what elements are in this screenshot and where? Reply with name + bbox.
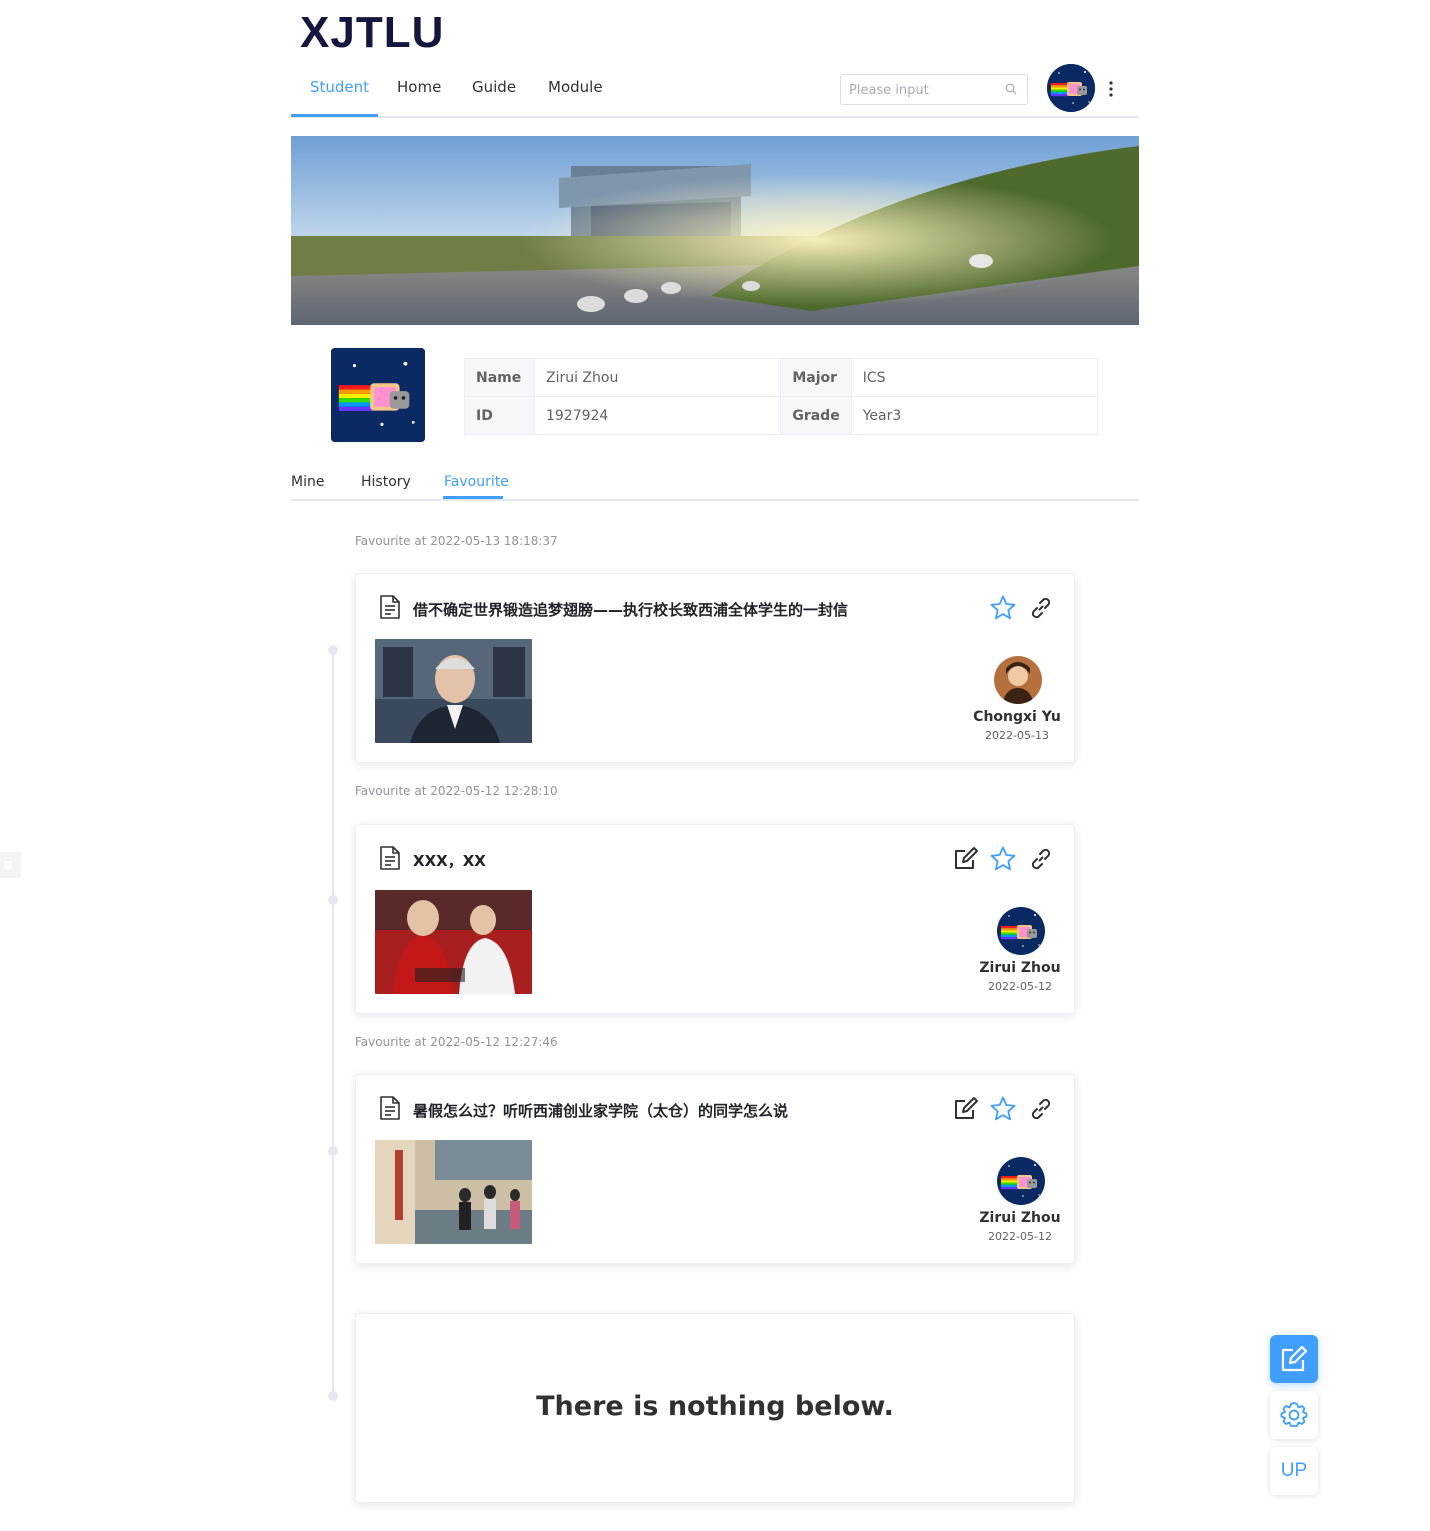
campus-banner-image bbox=[291, 136, 1139, 325]
id-value: 1927924 bbox=[533, 396, 782, 435]
active-tab-indicator bbox=[291, 114, 378, 117]
tab-history[interactable]: History bbox=[361, 474, 411, 490]
side-handle[interactable] bbox=[0, 852, 21, 878]
tab-guide[interactable]: Guide bbox=[472, 78, 516, 118]
post-date: 2022-05-13 bbox=[985, 729, 1049, 742]
star-icon[interactable] bbox=[989, 594, 1017, 622]
major-value: ICS bbox=[850, 358, 1099, 397]
gear-icon bbox=[1280, 1402, 1308, 1427]
name-label: Name bbox=[464, 358, 535, 397]
star-icon[interactable] bbox=[989, 1095, 1017, 1123]
tab-favourite[interactable]: Favourite bbox=[444, 474, 509, 490]
star-icon[interactable] bbox=[989, 845, 1017, 873]
author-name: Zirui Zhou bbox=[979, 1210, 1061, 1226]
end-of-list-card: There is nothing below. bbox=[355, 1313, 1075, 1503]
logo[interactable]: XJTLU bbox=[300, 8, 444, 58]
author-avatar[interactable] bbox=[997, 1157, 1045, 1205]
id-label: ID bbox=[464, 396, 535, 435]
author-avatar[interactable] bbox=[997, 907, 1045, 955]
author-name: Chongxi Yu bbox=[973, 709, 1061, 725]
tab-home[interactable]: Home bbox=[397, 78, 441, 118]
profile-avatar bbox=[331, 348, 425, 442]
article-card[interactable]: 暑假怎么过？听听西浦创业家学院（太仓）的同学怎么说 Zirui Zhou 202… bbox=[355, 1074, 1075, 1264]
active-subtab-indicator bbox=[443, 496, 503, 499]
settings-button[interactable] bbox=[1270, 1391, 1318, 1439]
favourite-timestamp: Favourite at 2022-05-13 18:18:37 bbox=[355, 534, 558, 548]
major-label: Major bbox=[780, 358, 852, 397]
grade-value: Year3 bbox=[850, 396, 1099, 435]
tab-module[interactable]: Module bbox=[548, 78, 603, 118]
timeline-dot bbox=[328, 1146, 338, 1156]
grade-label: Grade bbox=[780, 396, 852, 435]
more-vertical-icon[interactable] bbox=[1107, 80, 1115, 98]
edit-icon[interactable] bbox=[952, 1095, 980, 1123]
article-thumbnail[interactable] bbox=[375, 1140, 532, 1244]
article-thumbnail[interactable] bbox=[375, 890, 532, 994]
content-tabs: Mine History Favourite bbox=[291, 468, 1139, 501]
new-post-button[interactable] bbox=[1270, 1335, 1318, 1383]
edit-icon bbox=[1281, 1345, 1308, 1372]
search-icon[interactable] bbox=[1005, 83, 1017, 95]
link-icon[interactable] bbox=[1027, 594, 1055, 622]
favourite-timestamp: Favourite at 2022-05-12 12:28:10 bbox=[355, 784, 558, 798]
tab-mine[interactable]: Mine bbox=[291, 474, 324, 490]
search-box bbox=[840, 74, 1028, 105]
author-name: Zirui Zhou bbox=[979, 960, 1061, 976]
top-nav: Student Home Guide Module bbox=[291, 60, 1139, 118]
link-icon[interactable] bbox=[1027, 845, 1055, 873]
timeline-dot bbox=[328, 645, 338, 655]
article-title[interactable]: XXX，XX bbox=[413, 850, 486, 871]
name-value: Zirui Zhou bbox=[533, 358, 782, 397]
profile-info-table: Name Zirui Zhou Major ICS ID 1927924 Gra… bbox=[464, 358, 1099, 435]
end-of-list-message: There is nothing below. bbox=[536, 1391, 894, 1422]
user-avatar[interactable] bbox=[1047, 64, 1095, 112]
search-input[interactable] bbox=[849, 80, 999, 100]
article-title[interactable]: 暑假怎么过？听听西浦创业家学院（太仓）的同学怎么说 bbox=[413, 1100, 788, 1121]
document-icon bbox=[378, 1095, 402, 1121]
author-avatar[interactable] bbox=[994, 656, 1042, 704]
post-date: 2022-05-12 bbox=[988, 1230, 1052, 1243]
tab-student[interactable]: Student bbox=[310, 78, 369, 118]
document-icon bbox=[378, 594, 402, 620]
article-card[interactable]: XXX，XX Zirui Zhou 2022-05-12 bbox=[355, 824, 1075, 1014]
article-card[interactable]: 借不确定世界锻造追梦翅膀——执行校长致西浦全体学生的一封信 Chongxi Yu… bbox=[355, 573, 1075, 763]
favourite-timestamp: Favourite at 2022-05-12 12:27:46 bbox=[355, 1035, 558, 1049]
timeline-dot bbox=[328, 895, 338, 905]
timeline-dot bbox=[328, 1391, 338, 1401]
link-icon[interactable] bbox=[1027, 1095, 1055, 1123]
post-date: 2022-05-12 bbox=[988, 980, 1052, 993]
document-icon bbox=[378, 845, 402, 871]
timeline-line bbox=[332, 650, 334, 1398]
article-thumbnail[interactable] bbox=[375, 639, 532, 743]
article-title[interactable]: 借不确定世界锻造追梦翅膀——执行校长致西浦全体学生的一封信 bbox=[413, 599, 848, 620]
scroll-top-button[interactable]: UP bbox=[1270, 1447, 1318, 1495]
edit-icon[interactable] bbox=[952, 845, 980, 873]
